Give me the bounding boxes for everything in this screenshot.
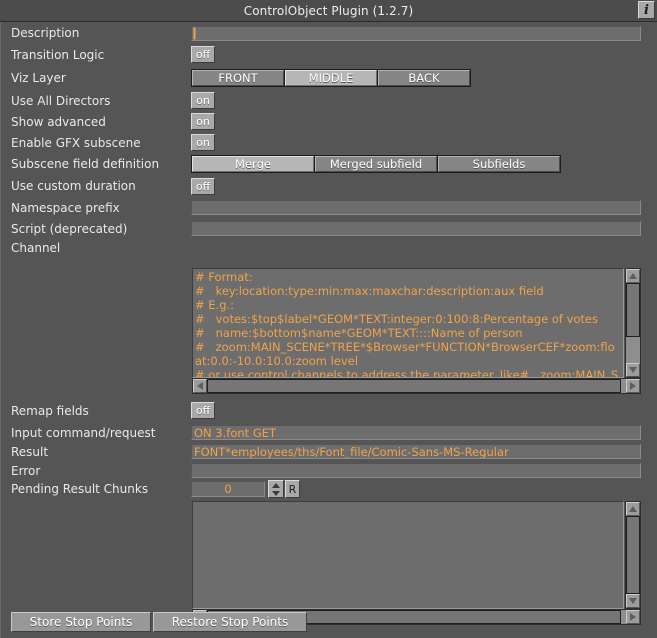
- controlobject-plugin-window: ControlObject Plugin (1.2.7) i Descripti…: [0, 0, 657, 638]
- store-stop-points-button[interactable]: Store Stop Points: [11, 612, 151, 632]
- row-description: Description: [1, 22, 657, 44]
- viz-layer-segmented-control: FRONT MIDDLE BACK: [191, 68, 471, 87]
- scroll-down-icon[interactable]: [626, 594, 640, 608]
- vscroll-thumb[interactable]: [626, 283, 640, 337]
- use-all-directors-toggle[interactable]: on: [191, 92, 215, 109]
- label-viz-layer: Viz Layer: [11, 70, 66, 85]
- label-channel: Channel: [11, 241, 61, 255]
- label-input-command-request: Input command/request: [11, 425, 156, 440]
- channel-textarea[interactable]: # Format: # key:location:type:min:max:ma…: [192, 268, 624, 378]
- row-result: Result FONT*employees/ths/Font_file/Comi…: [1, 441, 657, 462]
- channel-line: # votes:$top$label*GEOM*TEXT:integer:0:1…: [195, 312, 598, 326]
- subscene-option-subfields[interactable]: Subfields: [438, 156, 560, 172]
- channel-line: # Format:: [195, 270, 253, 284]
- label-transition-logic: Transition Logic: [11, 47, 105, 62]
- plugin-body: Description Transition Logic off Viz Lay…: [0, 22, 657, 638]
- hscroll-track[interactable]: [207, 379, 626, 393]
- row-transition-logic: Transition Logic off: [1, 44, 657, 65]
- label-namespace-prefix: Namespace prefix: [11, 200, 120, 215]
- viz-layer-option-front[interactable]: FRONT: [192, 69, 284, 86]
- label-use-custom-duration: Use custom duration: [11, 179, 136, 193]
- row-namespace-prefix: Namespace prefix: [1, 197, 657, 218]
- row-error: Error: [1, 460, 657, 481]
- row-use-all-directors: Use All Directors on: [1, 90, 657, 111]
- use-custom-duration-toggle[interactable]: off: [191, 177, 215, 195]
- label-result: Result: [11, 444, 49, 459]
- scroll-right-icon[interactable]: [626, 610, 640, 624]
- channel-line: # or use control channels to address the…: [195, 368, 619, 378]
- row-pending-result-chunks: Pending Result Chunks 0 R: [1, 479, 657, 499]
- channel-line: # zoom:MAIN_SCENE*TREE*$Browser*FUNCTION…: [195, 340, 615, 354]
- result-input[interactable]: FONT*employees/ths/Font_file/Comic-Sans-…: [191, 444, 641, 459]
- label-enable-gfx-subscene: Enable GFX subscene: [11, 135, 141, 150]
- reset-button[interactable]: R: [285, 480, 300, 498]
- scroll-right-icon[interactable]: [626, 379, 640, 393]
- viz-layer-option-back[interactable]: BACK: [378, 69, 470, 86]
- vscroll-track[interactable]: [626, 283, 640, 363]
- error-input[interactable]: [191, 463, 641, 478]
- channel-line: # name:$bottom$name*GEOM*TEXT::::Name of…: [195, 326, 523, 340]
- row-viz-layer: Viz Layer FRONT MIDDLE BACK: [1, 65, 657, 90]
- pending-result-chunks-stepper[interactable]: [268, 480, 284, 498]
- vscroll-track[interactable]: [626, 516, 640, 594]
- label-show-advanced: Show advanced: [11, 114, 106, 129]
- stepper-down-icon[interactable]: [269, 489, 283, 497]
- label-remap-fields: Remap fields: [11, 403, 89, 418]
- label-description: Description: [11, 26, 80, 40]
- transition-logic-toggle[interactable]: off: [191, 46, 215, 63]
- subscene-field-definition-segmented-control: Merge Merged subfield Subfields: [191, 155, 561, 173]
- row-subscene-field-definition: Subscene field definition Merge Merged s…: [1, 153, 657, 175]
- restore-stop-points-button[interactable]: Restore Stop Points: [153, 612, 307, 632]
- channel-editor: # Format: # key:location:type:min:max:ma…: [192, 268, 641, 394]
- description-input[interactable]: [191, 25, 641, 41]
- row-enable-gfx-subscene: Enable GFX subscene on: [1, 132, 657, 153]
- stepper-up-icon[interactable]: [269, 481, 283, 489]
- row-show-advanced: Show advanced on: [1, 111, 657, 132]
- channel-line: at:0.0:-10.0:10.0:zoom level: [195, 354, 359, 368]
- label-script-deprecated: Script (deprecated): [11, 221, 128, 236]
- row-channel: Channel: [1, 239, 657, 257]
- script-deprecated-input[interactable]: [191, 221, 641, 236]
- scroll-left-icon[interactable]: [193, 379, 207, 393]
- input-command-request-input[interactable]: ON 3.font GET: [191, 425, 641, 440]
- enable-gfx-subscene-toggle[interactable]: on: [191, 134, 215, 151]
- remap-fields-toggle[interactable]: off: [191, 402, 215, 419]
- hscroll-thumb[interactable]: [207, 379, 621, 393]
- scroll-up-icon[interactable]: [626, 269, 640, 283]
- output-log-editor: [192, 501, 641, 625]
- channel-line: # E.g.:: [195, 298, 235, 312]
- row-use-custom-duration: Use custom duration off: [1, 175, 657, 197]
- subscene-option-merge[interactable]: Merge: [192, 156, 314, 172]
- titlebar: ControlObject Plugin (1.2.7) i: [0, 0, 657, 22]
- channel-vertical-scrollbar[interactable]: [625, 268, 641, 378]
- bottom-button-bar: Store Stop Points Restore Stop Points: [11, 612, 309, 632]
- text-caret: [194, 27, 195, 39]
- output-log-textarea[interactable]: [192, 501, 624, 609]
- scroll-down-icon[interactable]: [626, 363, 640, 377]
- channel-line: # key:location:type:min:max:maxchar:desc…: [195, 284, 544, 298]
- vscroll-thumb[interactable]: [626, 516, 640, 594]
- row-remap-fields: Remap fields off: [1, 400, 657, 421]
- row-script-deprecated: Script (deprecated): [1, 218, 657, 239]
- label-pending-result-chunks: Pending Result Chunks: [11, 482, 149, 496]
- viz-layer-option-middle[interactable]: MIDDLE: [285, 69, 377, 86]
- namespace-prefix-input[interactable]: [191, 200, 641, 215]
- output-log-vertical-scrollbar[interactable]: [625, 501, 641, 609]
- row-input-command-request: Input command/request ON 3.font GET: [1, 422, 657, 443]
- channel-horizontal-scrollbar[interactable]: [192, 378, 641, 394]
- show-advanced-toggle[interactable]: on: [191, 113, 215, 130]
- window-title: ControlObject Plugin (1.2.7): [243, 3, 414, 18]
- subscene-option-merged-subfield[interactable]: Merged subfield: [315, 156, 437, 172]
- info-icon[interactable]: i: [638, 1, 655, 19]
- label-use-all-directors: Use All Directors: [11, 93, 111, 108]
- label-subscene-field-definition: Subscene field definition: [11, 157, 160, 171]
- label-error: Error: [11, 463, 41, 478]
- pending-result-chunks-input[interactable]: 0: [191, 481, 265, 497]
- scroll-up-icon[interactable]: [626, 502, 640, 516]
